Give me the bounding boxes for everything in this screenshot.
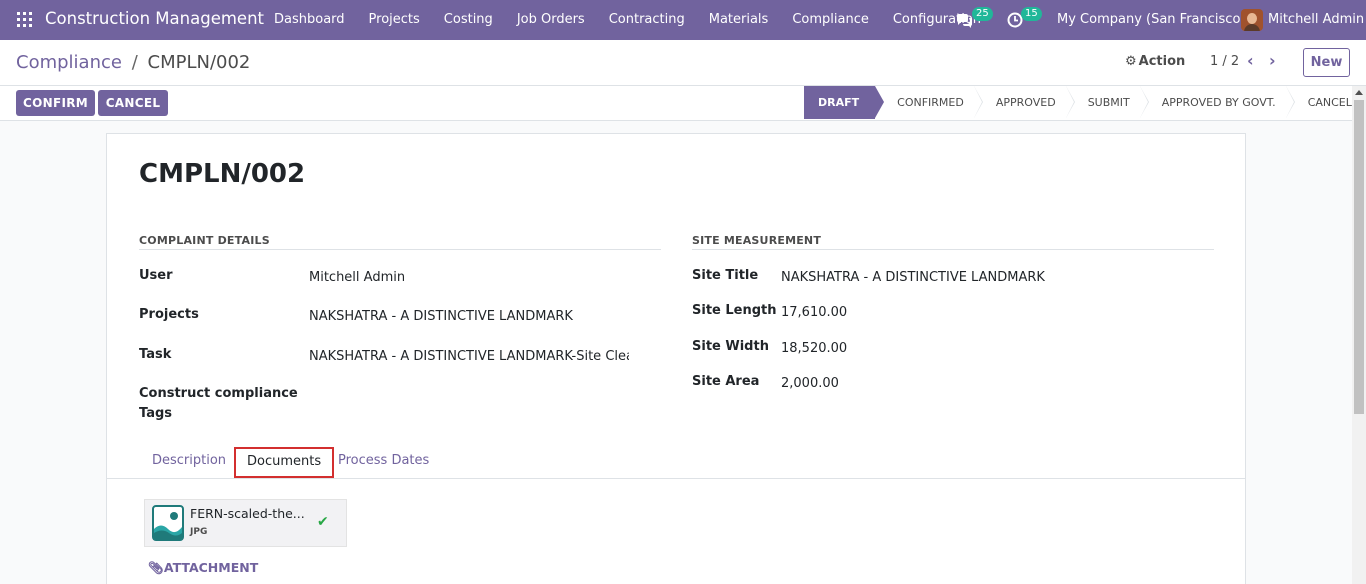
site-width-field[interactable]: 18,520.00 bbox=[781, 341, 981, 356]
attachment-file-name[interactable]: FERN-scaled-the... bbox=[190, 506, 305, 521]
site-measurement-heading: SITE MEASUREMENT bbox=[692, 234, 822, 247]
scrollbar-thumb[interactable] bbox=[1354, 100, 1364, 414]
scroll-up-arrow-icon[interactable] bbox=[1355, 90, 1363, 95]
menu-job-orders[interactable]: Job Orders bbox=[505, 0, 597, 40]
stage-approved-by-govt[interactable]: APPROVED BY GOVT. bbox=[1140, 86, 1295, 119]
menu-dashboard[interactable]: Dashboard bbox=[262, 0, 357, 40]
apps-menu-icon[interactable] bbox=[17, 12, 32, 27]
breadcrumb-parent[interactable]: Compliance bbox=[16, 52, 122, 73]
image-file-icon bbox=[152, 505, 184, 541]
form-sheet: CMPLN/002 COMPLAINT DETAILS User Mitchel… bbox=[106, 133, 1246, 584]
action-label: Action bbox=[1138, 54, 1186, 69]
site-area-field[interactable]: 2,000.00 bbox=[781, 376, 981, 391]
menu-compliance[interactable]: Compliance bbox=[780, 0, 881, 40]
action-button[interactable]: ⚙ Action bbox=[1125, 54, 1185, 69]
user-menu[interactable]: Mitchell Admin bbox=[1268, 12, 1364, 27]
stage-approved-by-govt-label: APPROVED BY GOVT. bbox=[1161, 96, 1276, 109]
user-avatar[interactable] bbox=[1241, 9, 1263, 31]
scrollbar[interactable] bbox=[1352, 86, 1366, 584]
top-navbar: Construction Management Dashboard Projec… bbox=[0, 0, 1366, 40]
site-length-field[interactable]: 17,610.00 bbox=[781, 305, 981, 320]
messages-badge: 25 bbox=[972, 7, 993, 21]
breadcrumb-separator: / bbox=[131, 52, 138, 73]
notebook-tabs: Description Documents Process Dates bbox=[107, 446, 1245, 479]
user-label: User bbox=[139, 268, 173, 283]
breadcrumb: Compliance / CMPLN/002 bbox=[16, 52, 250, 73]
chevron-left-icon[interactable]: ‹ bbox=[1247, 51, 1254, 70]
attachment-label: ATTACHMENT bbox=[163, 560, 259, 575]
control-panel: Compliance / CMPLN/002 ⚙ Action 1 / 2 ‹ ›… bbox=[0, 40, 1366, 86]
site-title-field[interactable]: NAKSHATRA - A DISTINCTIVE LANDMARK bbox=[781, 270, 1181, 285]
attachment-card[interactable]: FERN-scaled-the... JPG ✔ bbox=[144, 499, 347, 547]
stage-approved[interactable]: APPROVED bbox=[974, 86, 1075, 119]
projects-field[interactable]: NAKSHATRA - A DISTINCTIVE LANDMARK bbox=[309, 309, 629, 324]
stage-draft-label: DRAFT bbox=[818, 96, 860, 109]
cancel-button[interactable]: CANCEL bbox=[98, 90, 168, 116]
pager-value[interactable]: 1 / 2 bbox=[1210, 54, 1239, 69]
breadcrumb-current: CMPLN/002 bbox=[147, 52, 251, 73]
site-title-label: Site Title bbox=[692, 268, 759, 283]
task-field[interactable]: NAKSHATRA - A DISTINCTIVE LANDMARK-Site … bbox=[309, 349, 629, 364]
attachment-button[interactable]: 📎︎ATTACHMENT bbox=[148, 560, 258, 576]
tab-documents[interactable]: Documents bbox=[234, 447, 335, 478]
task-label: Task bbox=[139, 347, 172, 362]
tags-label-line2: Tags bbox=[139, 406, 173, 421]
tab-description[interactable]: Description bbox=[141, 446, 237, 479]
site-length-label: Site Length bbox=[692, 303, 777, 318]
paperclip-icon: 📎︎ bbox=[148, 560, 164, 575]
chevron-right-icon[interactable]: › bbox=[1269, 51, 1276, 70]
stage-submit-label: SUBMIT bbox=[1087, 96, 1130, 109]
stage-submit[interactable]: SUBMIT bbox=[1066, 86, 1149, 119]
statusbar-row: CONFIRM CANCEL DRAFT CONFIRMED APPROVED … bbox=[0, 86, 1366, 121]
stage-confirmed[interactable]: CONFIRMED bbox=[875, 86, 983, 119]
site-measurement-divider bbox=[692, 249, 1214, 250]
stage-approved-label: APPROVED bbox=[995, 96, 1056, 109]
menu-contracting[interactable]: Contracting bbox=[597, 0, 697, 40]
check-icon: ✔ bbox=[317, 514, 329, 530]
stage-confirmed-label: CONFIRMED bbox=[897, 96, 964, 109]
site-width-label: Site Width bbox=[692, 339, 769, 354]
tags-field[interactable] bbox=[309, 388, 629, 406]
projects-label: Projects bbox=[139, 307, 199, 322]
complaint-details-heading: COMPLAINT DETAILS bbox=[139, 234, 270, 247]
tags-label: Construct compliance Tags bbox=[139, 384, 298, 424]
app-brand[interactable]: Construction Management bbox=[45, 9, 264, 28]
stage-cancel-label: CANCEL bbox=[1307, 96, 1352, 109]
confirm-button[interactable]: CONFIRM bbox=[16, 90, 95, 116]
menu-materials[interactable]: Materials bbox=[697, 0, 781, 40]
complaint-details-divider bbox=[139, 249, 661, 250]
menu-projects[interactable]: Projects bbox=[357, 0, 432, 40]
menu-costing[interactable]: Costing bbox=[432, 0, 505, 40]
tags-label-line1: Construct compliance bbox=[139, 386, 298, 401]
attachment-file-ext: JPG bbox=[190, 527, 208, 537]
gear-icon: ⚙ bbox=[1125, 54, 1137, 69]
main-menu: Dashboard Projects Costing Job Orders Co… bbox=[262, 0, 993, 40]
new-button[interactable]: New bbox=[1303, 48, 1350, 77]
record-title: CMPLN/002 bbox=[139, 159, 306, 189]
stage-draft[interactable]: DRAFT bbox=[804, 86, 885, 119]
company-switcher[interactable]: My Company (San Francisco) bbox=[1057, 12, 1245, 27]
user-field[interactable]: Mitchell Admin bbox=[309, 270, 629, 285]
chat-icon[interactable] bbox=[955, 11, 973, 29]
tab-process-dates[interactable]: Process Dates bbox=[327, 446, 440, 479]
activities-badge: 15 bbox=[1021, 7, 1042, 21]
site-area-label: Site Area bbox=[692, 374, 760, 389]
status-stages: DRAFT CONFIRMED APPROVED SUBMIT APPROVED… bbox=[804, 86, 1366, 119]
